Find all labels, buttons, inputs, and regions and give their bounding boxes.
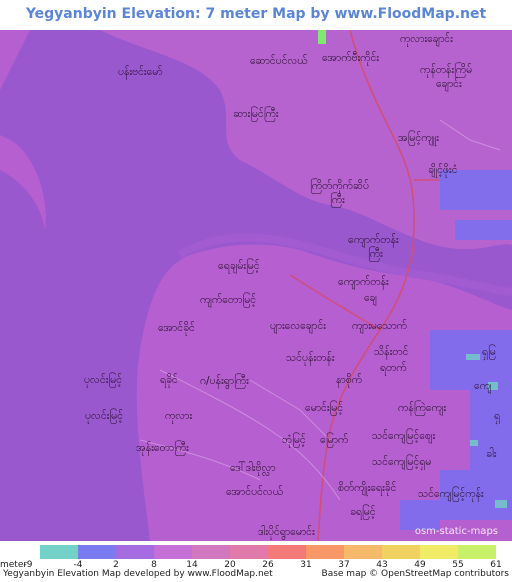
map-label: ဂ/ပန်းရွာကြီး — [200, 375, 249, 387]
elevation-map[interactable]: ကုလားချောင်း ပန်းဗင်းမော် ဆောင်ပင်လယ် အေ… — [0, 30, 512, 541]
page-title: Yegyanbyin Elevation: 7 meter Map by www… — [0, 0, 512, 50]
map-label: ပန်းဗင်းမော် — [118, 66, 163, 78]
map-label: ပုလင်းမြင့် — [84, 374, 122, 386]
map-label: သိန်းတင် — [374, 346, 409, 358]
legend-swatch — [230, 545, 268, 559]
map-label: အောက်ဗီးကိုင်း — [322, 52, 379, 64]
legend-swatch — [268, 545, 306, 559]
map-label: ကျောက်တန်း — [338, 276, 389, 288]
highland-spot — [318, 30, 326, 44]
map-label: အုန်းတောကြီး — [136, 442, 189, 454]
map-label: ဘုံမြင့် — [282, 434, 306, 446]
footer: Yegyanbyin Elevation Map developed by ww… — [0, 569, 512, 582]
map-label: ကျက်တောမြင့် — [200, 294, 257, 306]
map-label: ပုလင်းမြင့် — [85, 410, 123, 422]
map-label: ဒေါ်ဒါးဗိုလ္လာ — [230, 462, 276, 474]
legend-swatch — [420, 545, 458, 559]
map-label: ချောင်း — [436, 78, 462, 90]
legend-swatch — [78, 545, 116, 559]
map-label: သင်ကျေမြင့်ကုန်း — [418, 488, 484, 500]
map-label: ကန်ကြဲကျေး — [398, 402, 447, 414]
map-label: ကုလား — [165, 410, 193, 422]
map-label: ပျားလေချောင်း — [270, 320, 326, 332]
map-label: ရေချမ်းမြင့် — [218, 260, 260, 272]
map-label: ကျားမသောက် — [352, 320, 407, 332]
legend-swatch — [40, 545, 78, 559]
map-credit: osm-static-maps — [414, 526, 498, 537]
legend-swatch — [306, 545, 344, 559]
map-label: ကျေ — [474, 380, 492, 392]
legend-swatch — [116, 545, 154, 559]
legend-swatch — [382, 545, 420, 559]
map-label: ကုလားချောင်း — [400, 33, 453, 45]
map-label: ကုန်တန်းကြိမ် — [420, 64, 473, 76]
map-label: ကျောက်တန်း — [348, 234, 399, 246]
map-label: စိတ်ကျိုးရေးခိုင် — [338, 482, 397, 494]
map-label: သင်ပုန်းတန်း — [286, 352, 335, 364]
map-label: သင်ကျေမြင့်ရှမ — [372, 456, 432, 468]
map-label: မြောက် — [320, 434, 349, 446]
map-label: ဒါးပိုင်ရွာမောင်း — [258, 526, 315, 538]
map-label: ကြီး — [368, 248, 383, 260]
map-label: ချေ — [364, 292, 377, 304]
map-label: သင်ကျေမြင့်စျေး — [372, 430, 436, 442]
legend-swatch — [154, 545, 192, 559]
map-label: ချိုင့်ဖိုးငံ — [428, 164, 458, 176]
map-label: အောင်ခိုင် — [158, 322, 195, 334]
legend-swatch — [344, 545, 382, 559]
map-label: ခရမြင့် — [350, 506, 376, 518]
map-label: အောင်ပင်လယ် — [226, 486, 283, 498]
legend-swatch — [192, 545, 230, 559]
map-label: ရခိုင် — [160, 374, 178, 386]
map-label: ရတက် — [380, 362, 407, 374]
legend-swatch — [458, 545, 496, 559]
map-label: အမြင့်ကျူး — [398, 132, 439, 144]
map-label: မောင်းမြင့် — [305, 402, 344, 414]
elevation-legend: meter -9 -4 2 8 14 20 26 31 37 43 49 55 61 — [0, 542, 512, 570]
map-label: ဆားမြင်ကြီး — [233, 108, 279, 120]
map-label: ရှမြ — [482, 346, 496, 358]
footer-attribution: Yegyanbyin Elevation Map developed by ww… — [3, 569, 273, 579]
map-label: ရှ — [494, 410, 501, 422]
map-label: ကြီး — [330, 194, 345, 206]
map-label: ခါး — [486, 448, 497, 460]
map-label: ဆောင်ပင်လယ် — [250, 55, 308, 67]
footer-basemap-credit: Base map © OpenStreetMap contributors — [321, 569, 509, 579]
map-label: နာစိုက် — [336, 374, 362, 386]
map-label: ကြိတ်ကိုက်ဆိပ် — [310, 180, 369, 192]
